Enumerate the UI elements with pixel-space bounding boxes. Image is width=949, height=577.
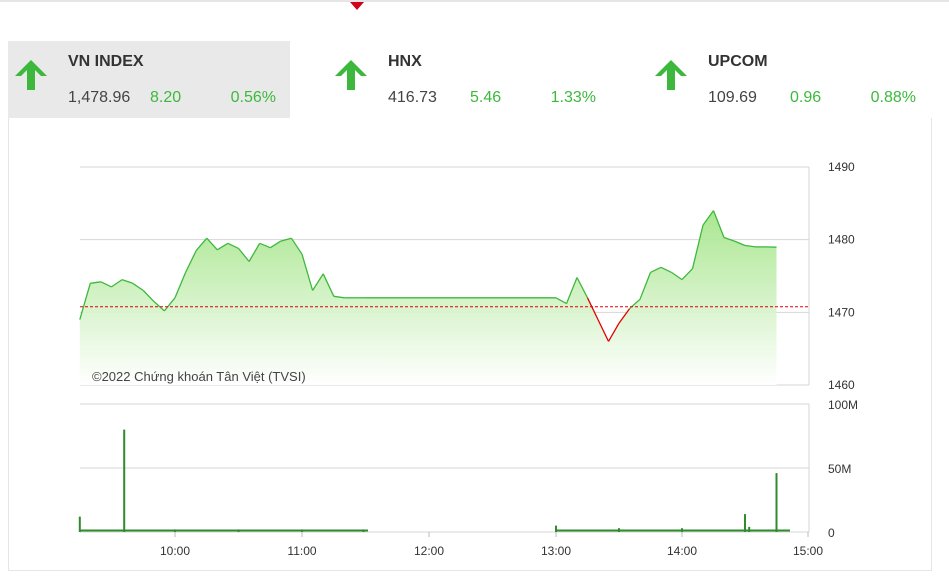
price-tick-label: 1490 (828, 160, 855, 174)
volume-bar (618, 528, 620, 532)
volume-bar (362, 529, 365, 532)
volume-tick-label: 50M (828, 462, 851, 476)
price-tick-label: 1470 (828, 305, 855, 319)
volume-bar (555, 525, 557, 532)
volume-bar (301, 529, 303, 532)
volume-bar (681, 528, 683, 532)
x-tick-label: 13:00 (541, 544, 571, 558)
volume-tick-label: 100M (828, 398, 858, 412)
price-tick-label: 1480 (828, 233, 855, 247)
price-tick-label: 1460 (828, 378, 855, 392)
volume-bar (775, 473, 778, 532)
volume-bar (748, 526, 751, 532)
x-tick-label: 14:00 (667, 544, 697, 558)
volume-bar (78, 516, 81, 532)
x-tick-label: 11:00 (287, 544, 316, 558)
x-tick-label: 12:00 (414, 544, 444, 558)
volume-bar (174, 529, 176, 532)
volume-bar (237, 529, 240, 532)
volume-bar (123, 429, 126, 532)
x-tick-label: 10:00 (160, 544, 190, 558)
intraday-chart: 1490 1480 1470 1460 ©2022 Chứng khoán Tân Vi… (78, 160, 858, 558)
x-tick-label: 15:00 (793, 544, 823, 558)
volume-tick-label: 0 (828, 526, 835, 540)
copyright-annotation: ©2022 Chứng khoán Tân Việt (TVSI) (92, 369, 306, 384)
volume-bar (744, 514, 746, 532)
